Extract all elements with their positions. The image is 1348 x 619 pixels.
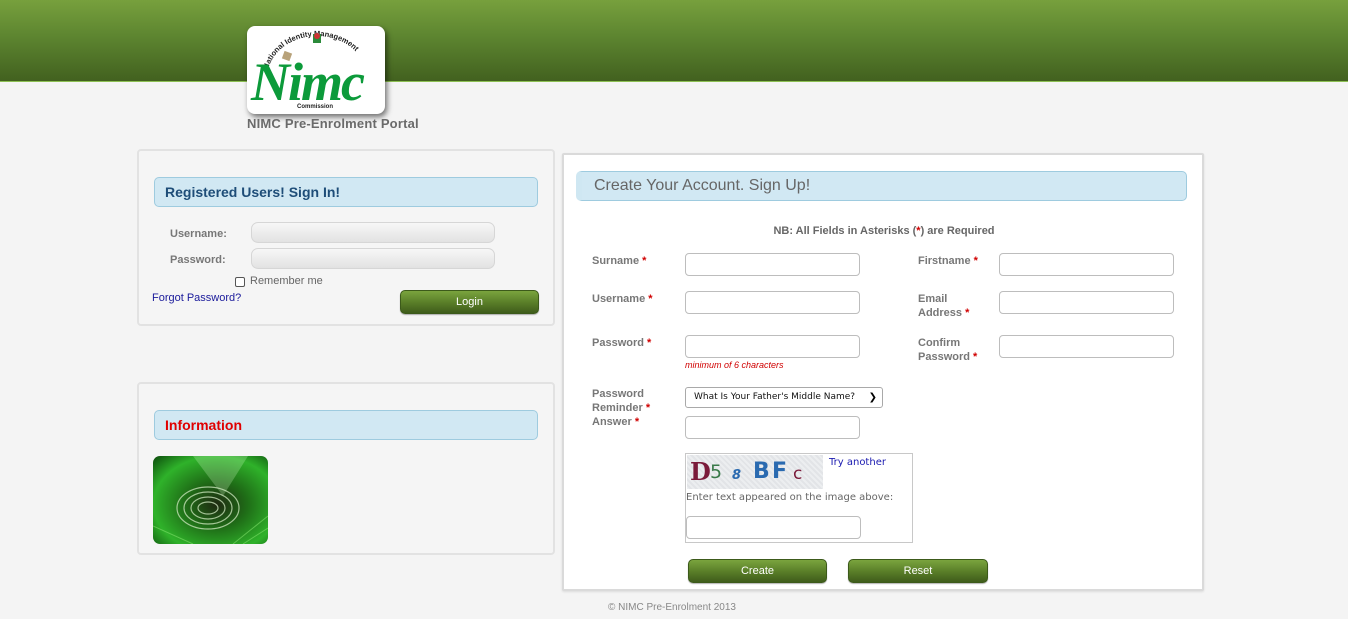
- captcha-char: c: [793, 464, 803, 484]
- fingerprint-image: [153, 456, 268, 544]
- signup-title: Create Your Account. Sign Up!: [594, 177, 811, 194]
- username-signup-input[interactable]: [685, 291, 860, 314]
- confirm-password-label: Confirm Password *: [918, 337, 978, 363]
- password-reminder-selected: What Is Your Father's Middle Name?: [694, 392, 856, 402]
- login-title: Registered Users! Sign In!: [165, 184, 341, 200]
- email-label: Email Address *: [918, 293, 970, 319]
- captcha-instruction: Enter text appeared on the image above:: [686, 492, 894, 503]
- information-panel: Information: [137, 382, 555, 555]
- try-another-link[interactable]: Try another: [829, 457, 886, 468]
- username-input[interactable]: [251, 222, 495, 243]
- captcha-char: F: [772, 459, 788, 484]
- required-note-prefix: NB: All Fields in Asterisks (: [773, 225, 917, 237]
- firstname-input[interactable]: [999, 253, 1174, 276]
- username-signup-label: Username *: [592, 293, 653, 305]
- login-button[interactable]: Login: [400, 290, 539, 314]
- password-input[interactable]: [251, 248, 495, 269]
- logo-graphic: National Identity Management Nimc Commis…: [250, 29, 367, 112]
- login-panel-header: Registered Users! Sign In!: [154, 177, 538, 207]
- answer-input[interactable]: [685, 416, 860, 439]
- captcha-char: D: [690, 457, 711, 486]
- password-signup-input[interactable]: [685, 335, 860, 358]
- chevron-down-icon: ❯: [868, 392, 877, 403]
- signup-panel: Create Your Account. Sign Up! NB: All Fi…: [562, 153, 1204, 591]
- information-title: Information: [165, 417, 242, 433]
- surname-label: Surname *: [592, 255, 647, 267]
- footer-copyright: © NIMC Pre-Enrolment 2013: [608, 602, 736, 613]
- information-panel-header: Information: [154, 410, 538, 440]
- required-note: NB: All Fields in Asterisks (*) are Requ…: [564, 225, 1204, 237]
- remember-me-label[interactable]: Remember me: [250, 275, 323, 287]
- forgot-password-link[interactable]: Forgot Password?: [152, 292, 241, 304]
- password-reminder-label: Password Reminder * Answer *: [592, 388, 651, 428]
- logo-arc-bottom: Commission: [297, 104, 333, 110]
- captcha-char: 5: [710, 461, 723, 483]
- password-hint: minimum of 6 characters: [685, 360, 784, 370]
- email-input[interactable]: [999, 291, 1174, 314]
- header-bar: [0, 0, 1348, 82]
- remember-me-checkbox[interactable]: [235, 277, 245, 287]
- portal-title: NIMC Pre-Enrolment Portal: [247, 116, 419, 131]
- reset-button[interactable]: Reset: [848, 559, 988, 583]
- captcha-box: D 5 8 B F c Try another Enter text appea…: [685, 453, 913, 543]
- nimc-logo[interactable]: National Identity Management Nimc Commis…: [247, 26, 385, 114]
- captcha-char: 8: [732, 468, 742, 483]
- password-signup-label: Password *: [592, 337, 652, 349]
- username-label: Username:: [170, 228, 227, 240]
- required-note-suffix: ) are Required: [920, 225, 995, 237]
- password-reminder-select[interactable]: What Is Your Father's Middle Name? ❯: [685, 387, 883, 408]
- signup-panel-header: Create Your Account. Sign Up!: [576, 171, 1187, 201]
- fingerprint-icon: [153, 456, 268, 544]
- logo-wordmark: Nimc: [250, 52, 365, 112]
- captcha-char: B: [753, 459, 770, 484]
- surname-input[interactable]: [685, 253, 860, 276]
- login-panel: Registered Users! Sign In! Username: Pas…: [137, 149, 555, 326]
- confirm-password-input[interactable]: [999, 335, 1174, 358]
- password-label: Password:: [170, 254, 226, 266]
- captcha-input[interactable]: [686, 516, 861, 539]
- captcha-image: D 5 8 B F c: [687, 455, 823, 489]
- firstname-label: Firstname *: [918, 255, 978, 267]
- create-button[interactable]: Create: [688, 559, 827, 583]
